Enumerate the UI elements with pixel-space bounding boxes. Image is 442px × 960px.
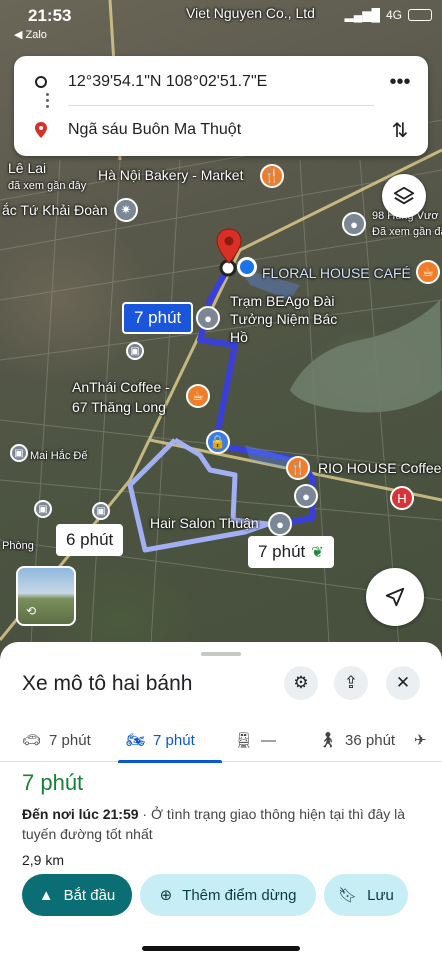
current-location-dot <box>237 257 257 277</box>
place-icon[interactable]: ● <box>268 512 292 536</box>
network-type: 4G <box>385 8 402 22</box>
tab-car[interactable]: 🚗︎ 7 phút <box>0 718 104 762</box>
route-input-card: 12°39'54.1"N 108°02'51.7"E Ngã sáu Buôn … <box>14 56 428 156</box>
car-icon: 🚗︎ <box>22 732 42 749</box>
origin-field[interactable]: 12°39'54.1"N 108°02'51.7"E <box>68 73 267 91</box>
bus-icon[interactable]: ▣ <box>92 502 110 520</box>
transit-icon: 🚆︎ <box>234 732 254 749</box>
arrival-time: Đến nơi lúc 21:59 <box>22 806 139 822</box>
map-label-hanoi-bakery: Hà Nội Bakery - Market <box>98 167 244 183</box>
destination-field[interactable]: Ngã sáu Buôn Ma Thuột <box>68 121 241 139</box>
street-view-thumbnail[interactable]: ⟲ <box>16 566 76 626</box>
navigation-arrow-icon <box>385 587 405 607</box>
map-label-hair-salon: Hair Salon Thuận <box>150 515 259 531</box>
start-button[interactable]: ▲ Bắt đầu <box>22 874 132 916</box>
route-duration: 7 phút <box>22 770 84 795</box>
hospital-icon[interactable]: H <box>390 486 414 510</box>
bus-icon[interactable]: ▣ <box>34 500 52 518</box>
place-icon[interactable]: ● <box>196 306 220 330</box>
map-label-mai-hac-de: Mai Hắc Đế <box>30 450 88 462</box>
place-icon[interactable]: ● <box>342 212 366 236</box>
map-label-rio-house: RIO HOUSE Coffee <box>318 460 442 476</box>
map-label-anthai-coffee: AnThái Coffee - 67 Thăng Long <box>72 379 170 415</box>
cafe-icon[interactable]: ☕ <box>186 384 210 408</box>
more-horizontal-icon: ••• <box>389 70 411 93</box>
destination-pin-icon[interactable] <box>216 228 242 264</box>
tab-transit[interactable]: 🚆︎ — <box>212 718 296 762</box>
add-location-icon: ⊕ <box>159 887 173 904</box>
route-summary[interactable]: 7 phút Đến nơi lúc 21:59 · Ở tình trạng … <box>22 770 422 868</box>
home-indicator[interactable] <box>142 946 300 951</box>
tab-walk[interactable]: 🚶︎ 36 phút <box>296 718 408 762</box>
directions-sheet: Xe mô tô hai bánh ⚙ ⇪ ✕ 🚗︎ 7 phút 🏍︎ 7 phú… <box>0 642 442 960</box>
share-icon: ⇪ <box>343 673 359 692</box>
route-distance: 2,9 km <box>22 852 65 868</box>
place-icon[interactable]: ● <box>294 484 318 508</box>
bus-icon[interactable]: ▣ <box>10 444 28 462</box>
restaurant-icon[interactable]: 🍴 <box>286 456 310 480</box>
walk-icon: 🚶︎ <box>318 732 338 749</box>
motorbike-icon: 🏍︎ <box>126 732 146 749</box>
travel-mode-tabs: 🚗︎ 7 phút 🏍︎ 7 phút 🚆︎ — 🚶︎ 36 phút ✈︎ <box>0 718 442 763</box>
status-icons: ▂▄▆█ 4G <box>345 8 432 22</box>
add-stop-button[interactable]: ⊕ Thêm điểm dừng <box>140 874 316 916</box>
status-time: 21:53 <box>28 6 72 25</box>
origin-circle-icon <box>35 76 47 88</box>
map-label-floral-house: FLORAL HOUSE CAFÉ <box>262 265 411 281</box>
map-label-recent-2: Đã xem gần đây <box>372 226 442 238</box>
swap-button[interactable]: ⇅ <box>384 114 416 146</box>
route-dots <box>46 93 50 111</box>
tab-motorbike[interactable]: 🏍︎ 7 phút <box>104 718 222 763</box>
rotate-360-icon: ⟲ <box>26 604 37 618</box>
map-label-le-lai: Lê Lai <box>8 160 47 176</box>
tune-icon: ⚙ <box>293 673 309 692</box>
route-badge-alt-2[interactable]: 7 phút ❦ <box>248 536 334 568</box>
swap-vertical-icon: ⇅ <box>391 119 409 142</box>
battery-icon <box>408 9 432 21</box>
layers-button[interactable] <box>382 174 426 218</box>
sheet-drag-handle[interactable] <box>201 652 241 656</box>
origin-row[interactable]: 12°39'54.1"N 108°02'51.7"E <box>14 62 428 102</box>
lock-icon[interactable]: 🔒 <box>206 430 230 454</box>
bookmark-icon: 🔖︎ <box>338 887 358 904</box>
navigation-arrow-icon: ▲ <box>38 886 54 904</box>
route-badge-alt-1[interactable]: 6 phút <box>56 524 124 556</box>
route-options-button[interactable]: ⚙ <box>284 666 318 700</box>
destination-row[interactable]: Ngã sáu Buôn Ma Thuột <box>14 110 428 150</box>
restaurant-icon[interactable]: 🍴 <box>260 164 284 188</box>
map-label-phong: Phòng <box>2 540 34 552</box>
cafe-icon[interactable]: ☕ <box>416 260 440 284</box>
route-detail: Đến nơi lúc 21:59 · Ở tình trạng giao th… <box>22 804 422 844</box>
more-options-button[interactable]: ••• <box>384 66 416 98</box>
signal-icon: ▂▄▆█ <box>344 8 380 22</box>
save-button[interactable]: 🔖︎ Lưu <box>324 874 408 916</box>
map-label-recent: đã xem gần đây <box>8 180 87 192</box>
layers-icon <box>393 186 415 205</box>
tab-flight[interactable]: ✈︎ <box>408 718 442 762</box>
bus-icon[interactable]: ▣ <box>126 342 144 360</box>
flight-icon: ✈︎ <box>414 732 427 749</box>
eco-leaf-icon: ❦ <box>311 544 324 561</box>
route-badge-selected[interactable]: 7 phút <box>122 302 194 334</box>
close-button[interactable]: ✕ <box>386 666 420 700</box>
share-button[interactable]: ⇪ <box>334 666 368 700</box>
map-label-khai-doan: ắc Tứ Khải Đoàn <box>2 202 108 218</box>
my-location-button[interactable] <box>366 568 424 626</box>
temple-icon[interactable]: ✷ <box>114 198 138 222</box>
status-bar: 21:53 ◀ Zalo ▂▄▆█ 4G <box>0 0 442 41</box>
back-to-app-link[interactable]: ◀ Zalo <box>14 28 47 41</box>
map-label-tram-beago: Trạm BEAgo Đài Tưởng Niệm Bác Hồ <box>230 293 338 345</box>
close-icon: ✕ <box>395 673 411 692</box>
sheet-title: Xe mô tô hai bánh <box>22 672 193 695</box>
destination-pin-small-icon <box>35 122 47 138</box>
